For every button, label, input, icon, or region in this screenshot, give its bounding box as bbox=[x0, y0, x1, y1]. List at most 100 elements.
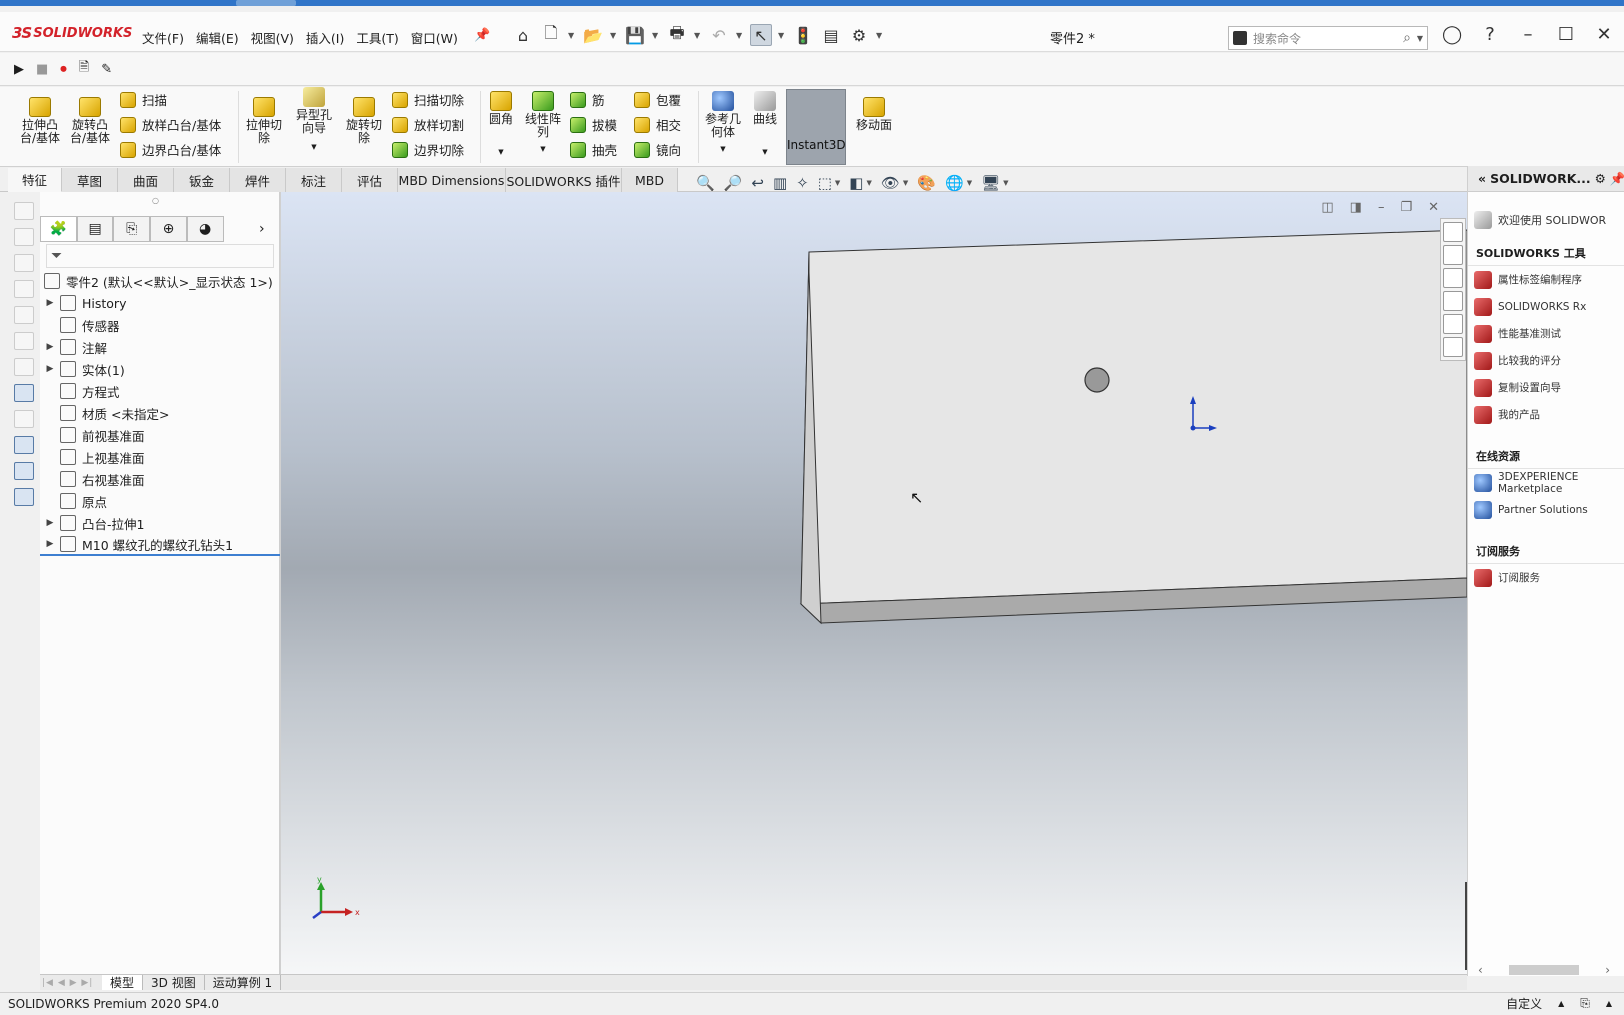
panel-grip-icon[interactable]: ○ bbox=[152, 196, 159, 205]
move-face-button[interactable]: 移动面 bbox=[852, 97, 896, 132]
tab-navigation-arrows-icon[interactable]: |◀ ◀ ▶ ▶| bbox=[40, 978, 102, 988]
rib-button[interactable]: 筋 bbox=[570, 90, 605, 109]
view-settings-icon[interactable]: 🖥 bbox=[981, 174, 1000, 192]
swept-cut-button[interactable]: 扫描切除 bbox=[392, 90, 464, 109]
menu-insert[interactable]: 插入(I) bbox=[306, 28, 344, 47]
view-orientation-dropdown-icon[interactable]: ▼ bbox=[835, 179, 840, 187]
tool-link[interactable]: 性能基准测试 bbox=[1468, 320, 1624, 347]
property-manager-tab-icon[interactable]: ▤ bbox=[76, 216, 114, 242]
options-dropdown-icon[interactable]: ▼ bbox=[876, 31, 884, 40]
tab-sheet-metal[interactable]: 钣金 bbox=[174, 168, 230, 192]
maximize-button[interactable]: ☐ bbox=[1556, 24, 1576, 45]
strip-tool-icon[interactable] bbox=[14, 462, 34, 480]
tool-link[interactable]: SOLIDWORKS Rx bbox=[1468, 293, 1624, 320]
window-drag-grip[interactable] bbox=[236, 0, 296, 6]
tab-solidworks-addins[interactable]: SOLIDWORKS 插件 bbox=[506, 168, 622, 192]
section-view-icon[interactable]: ▥ bbox=[773, 174, 787, 192]
expand-arrow-icon[interactable]: ▶ bbox=[44, 342, 56, 352]
tool-link[interactable]: 我的产品 bbox=[1468, 401, 1624, 428]
new-document-icon[interactable]: 🗋 bbox=[540, 23, 562, 46]
tab-3d-views[interactable]: 3D 视图 bbox=[143, 975, 205, 990]
extrude-cut-button[interactable]: 拉伸切 除 bbox=[242, 97, 286, 145]
reference-geometry-button[interactable]: 参考几 何体 ▼ bbox=[702, 91, 744, 156]
print-dropdown-icon[interactable]: ▼ bbox=[694, 31, 702, 40]
tab-mbd-dimensions[interactable]: MBD Dimensions bbox=[398, 168, 506, 192]
view-settings-dropdown-icon[interactable]: ▼ bbox=[1003, 179, 1008, 187]
save-icon[interactable]: 💾 bbox=[624, 24, 646, 46]
shell-button[interactable]: 抽壳 bbox=[570, 140, 617, 159]
tree-item[interactable]: 右视基准面 bbox=[40, 468, 280, 490]
wrap-button[interactable]: 包覆 bbox=[634, 90, 681, 109]
home-icon[interactable]: ⌂ bbox=[512, 24, 534, 46]
boundary-cut-button[interactable]: 边界切除 bbox=[392, 140, 464, 159]
linear-pattern-button[interactable]: 线性阵 列 ▼ bbox=[522, 91, 564, 156]
undo-icon[interactable]: ↶ bbox=[708, 24, 730, 46]
macro-record-icon[interactable]: ⏺ bbox=[60, 62, 67, 77]
loft-boss-button[interactable]: 放样凸台/基体 bbox=[120, 115, 221, 134]
view-orientation-icon[interactable]: ⬚ bbox=[818, 174, 832, 192]
macro-stop-icon[interactable]: ■ bbox=[36, 62, 48, 77]
model-part-view[interactable]: y x bbox=[281, 192, 1467, 976]
task-pane-settings-icon[interactable]: ⚙ bbox=[1595, 171, 1606, 186]
custom-properties-icon[interactable] bbox=[1443, 337, 1463, 357]
hole-wizard-button[interactable]: 异型孔 向导 ▼ bbox=[292, 87, 336, 154]
strip-tool-icon[interactable] bbox=[14, 436, 34, 454]
welcome-link[interactable]: 欢迎使用 SOLIDWOR bbox=[1468, 206, 1624, 233]
tree-item[interactable]: 传感器 bbox=[40, 314, 280, 336]
task-pane-hscroll[interactable]: ‹ › bbox=[1478, 963, 1610, 977]
help-icon[interactable]: ? bbox=[1480, 24, 1500, 45]
tab-motion-study[interactable]: 运动算例 1 bbox=[205, 975, 282, 990]
curves-dropdown-icon[interactable]: ▼ bbox=[748, 146, 782, 159]
scene-dropdown-icon[interactable]: ▼ bbox=[967, 179, 972, 187]
search-commands[interactable]: 搜索命令 ⌕ ▼ bbox=[1228, 26, 1428, 50]
feature-manager-tab-icon[interactable]: 🧩 bbox=[40, 216, 77, 242]
tab-mbd[interactable]: MBD bbox=[622, 168, 678, 192]
pin-menu-icon[interactable]: 📌 bbox=[474, 28, 490, 43]
scroll-right-icon[interactable]: › bbox=[1605, 963, 1610, 977]
apply-scene-icon[interactable]: 🌐 bbox=[945, 174, 964, 192]
search-input[interactable]: 搜索命令 bbox=[1253, 30, 1301, 47]
extrude-boss-button[interactable]: 拉伸凸 台/基体 bbox=[18, 97, 62, 145]
open-folder-icon[interactable]: 📂 bbox=[582, 24, 604, 46]
tree-item[interactable]: 前视基准面 bbox=[40, 424, 280, 446]
new-dropdown-icon[interactable]: ▼ bbox=[568, 31, 576, 40]
display-style-icon[interactable]: ◧ bbox=[849, 174, 863, 192]
display-style-dropdown-icon[interactable]: ▼ bbox=[866, 179, 871, 187]
expand-arrow-icon[interactable]: ▶ bbox=[44, 539, 56, 549]
expand-arrow-icon[interactable]: ▶ bbox=[44, 518, 56, 528]
status-dropdown-icon[interactable]: ▲ bbox=[1606, 999, 1612, 1008]
strip-tool-icon[interactable] bbox=[14, 332, 34, 350]
select-pointer-icon[interactable]: ↖ bbox=[750, 24, 772, 46]
dimxpert-manager-tab-icon[interactable]: ⊕ bbox=[150, 216, 187, 242]
graphics-area[interactable]: ◫ ◨ – ❐ ✕ y x ↖ bbox=[281, 192, 1467, 976]
tab-surfaces[interactable]: 曲面 bbox=[118, 168, 174, 192]
revolve-boss-button[interactable]: 旋转凸 台/基体 bbox=[68, 97, 112, 145]
tab-evaluate[interactable]: 评估 bbox=[342, 168, 398, 192]
tree-item[interactable]: ▶ 凸台-拉伸1 bbox=[40, 512, 280, 534]
search-icon[interactable]: ⌕ bbox=[1403, 30, 1411, 46]
fillet-button[interactable]: 圆角 ▼ bbox=[484, 91, 518, 159]
previous-view-icon[interactable]: ↩ bbox=[751, 174, 764, 192]
tree-item[interactable]: ▶ History bbox=[40, 292, 280, 314]
dynamic-annotation-icon[interactable]: ✧ bbox=[796, 174, 809, 192]
strip-tool-icon[interactable] bbox=[14, 384, 34, 402]
tab-features[interactable]: 特征 bbox=[8, 168, 62, 192]
tree-item[interactable]: 方程式 bbox=[40, 380, 280, 402]
boundary-boss-button[interactable]: 边界凸台/基体 bbox=[120, 140, 221, 159]
macro-new-icon[interactable]: 🗎 bbox=[79, 58, 89, 80]
tab-model[interactable]: 模型 bbox=[102, 975, 144, 990]
close-button[interactable]: ✕ bbox=[1594, 24, 1614, 45]
strip-tool-icon[interactable] bbox=[14, 280, 34, 298]
design-library-icon[interactable] bbox=[1443, 245, 1463, 265]
strip-tool-icon[interactable] bbox=[14, 488, 34, 506]
minimize-button[interactable]: – bbox=[1518, 24, 1538, 45]
menu-edit[interactable]: 编辑(E) bbox=[196, 28, 239, 47]
tree-item[interactable]: 原点 bbox=[40, 490, 280, 512]
undo-dropdown-icon[interactable]: ▼ bbox=[736, 31, 744, 40]
revolve-cut-button[interactable]: 旋转切 除 bbox=[342, 97, 386, 145]
tree-filter[interactable]: ⏷ bbox=[46, 244, 274, 268]
strip-tool-icon[interactable] bbox=[14, 358, 34, 376]
select-dropdown-icon[interactable]: ▼ bbox=[778, 31, 786, 40]
strip-tool-icon[interactable] bbox=[14, 410, 34, 428]
user-account-icon[interactable]: ◯ bbox=[1442, 24, 1462, 45]
